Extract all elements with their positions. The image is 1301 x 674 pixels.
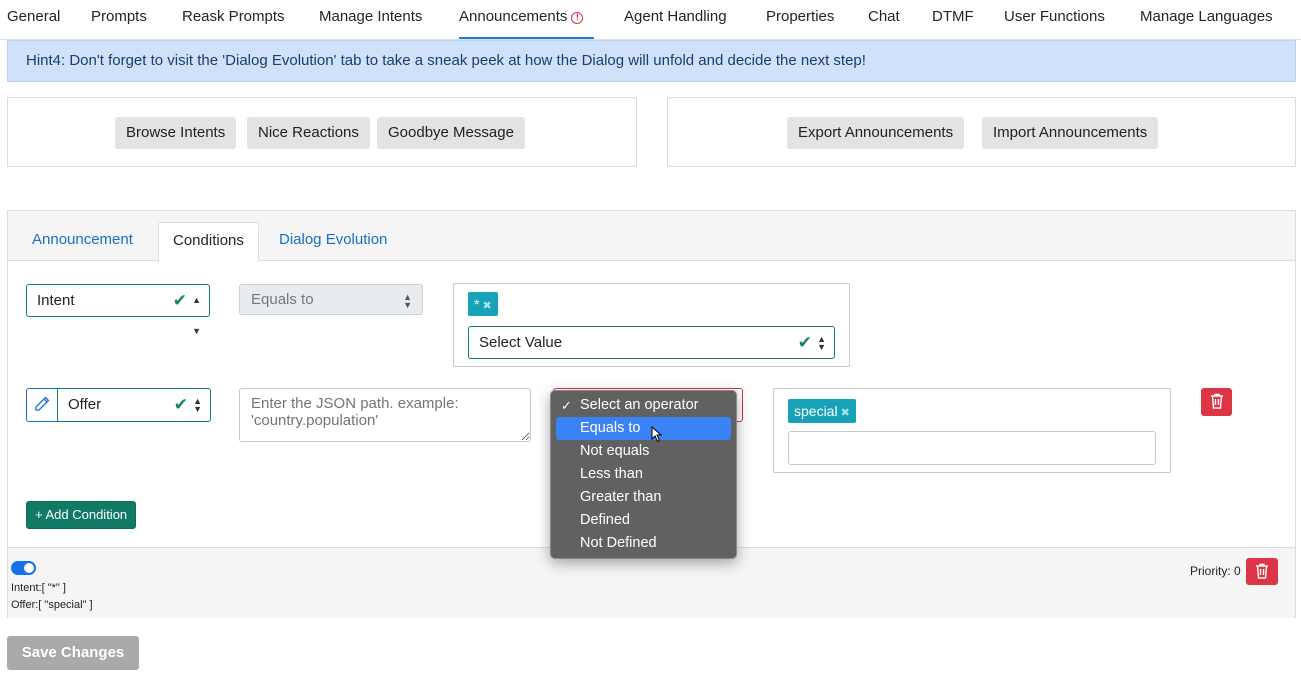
export-announcements-button[interactable]: Export Announcements (787, 117, 965, 149)
condition1-operator-select: Equals to ▲ ▼ (239, 284, 423, 315)
operator-option-not-defined[interactable]: Not Defined (556, 532, 731, 555)
condition1-field-select[interactable]: Intent ✔ ▲ ▼ (26, 284, 210, 336)
operator-option-less-than[interactable]: Less than (556, 463, 731, 486)
save-changes-button[interactable]: Save Changes (7, 636, 139, 670)
intents-actions-panel: Browse Intents Nice Reactions Goodbye Me… (7, 97, 637, 167)
valid-check-icon: ✔ (173, 395, 188, 414)
card-tabs: Announcement Conditions Dialog Evolution (8, 211, 1295, 262)
browse-intents-button[interactable]: Browse Intents (115, 117, 237, 149)
condition1-field-value: Intent (37, 292, 75, 309)
nav-tab-manage-intents[interactable]: Manage Intents (319, 0, 422, 39)
warning-icon: ! (571, 12, 584, 24)
option-label: Defined (580, 512, 630, 528)
condition2-field-select[interactable]: Offer ✔ ▲ ▼ (57, 388, 211, 422)
operator-option-select[interactable]: ✓ Select an operator (556, 394, 731, 417)
json-path-textarea[interactable] (239, 388, 531, 442)
condition2-field-value: Offer (68, 396, 102, 413)
add-condition-button[interactable]: + Add Condition (26, 501, 137, 529)
operator-option-not-equals[interactable]: Not equals (556, 440, 731, 463)
remove-tag-icon[interactable]: ✖ (482, 300, 491, 312)
trash-icon (1256, 563, 1268, 579)
import-export-panel: Export Announcements Import Announcement… (667, 97, 1296, 167)
summary-lines: Intent:[ "*" ] Offer:[ "special" ] (11, 580, 93, 614)
value-tag: special ✖ (788, 399, 856, 423)
delete-condition-button[interactable] (1201, 388, 1232, 416)
enable-toggle[interactable] (11, 561, 36, 575)
option-label: Not Defined (580, 535, 657, 551)
condition1-value-select[interactable]: Select Value ✔ ▲ ▼ (468, 326, 835, 359)
condition1-operator-value: Equals to (251, 291, 314, 308)
option-label: Greater than (580, 489, 662, 505)
nav-tab-user-functions[interactable]: User Functions (1004, 0, 1105, 39)
nav-tab-dtmf[interactable]: DTMF (932, 0, 974, 39)
hint-banner: Hint4: Don't forget to visit the 'Dialog… (7, 40, 1296, 82)
valid-check-icon: ✔ (172, 291, 187, 310)
import-announcements-button[interactable]: Import Announcements (982, 117, 1159, 149)
operator-option-defined[interactable]: Defined (556, 509, 731, 532)
trash-icon (1210, 393, 1223, 409)
operator-option-greater-than[interactable]: Greater than (556, 486, 731, 509)
condition2-value-box: special ✖ (773, 388, 1171, 473)
condition1-value-select-label: Select Value (479, 334, 563, 351)
remove-tag-icon[interactable]: ✖ (841, 407, 850, 419)
condition2-value-input[interactable] (788, 431, 1156, 465)
tab-conditions[interactable]: Conditions (158, 222, 259, 262)
option-label: Select an operator (580, 397, 699, 413)
condition1-value-box: * ✖ Select Value ✔ ▲ ▼ (453, 283, 850, 367)
chevron-updown-icon: ▲ ▼ (192, 295, 201, 336)
edit-pencil-button[interactable] (26, 388, 58, 422)
nav-tab-reask-prompts[interactable]: Reask Prompts (182, 0, 285, 39)
chevron-updown-icon: ▲ ▼ (403, 292, 412, 310)
operator-dropdown-menu: ✓ Select an operator Equals to Not equals… (550, 390, 737, 559)
nice-reactions-button[interactable]: Nice Reactions (247, 117, 370, 149)
priority-label: Priority: 0 (1190, 564, 1241, 578)
nav-tab-announcements[interactable]: Announcements! (459, 0, 594, 39)
checkmark-icon: ✓ (561, 398, 572, 413)
option-label: Not equals (580, 443, 650, 459)
nav-tab-manage-languages[interactable]: Manage Languages (1140, 0, 1273, 39)
delete-rule-button[interactable] (1246, 558, 1278, 585)
operator-option-equals[interactable]: Equals to (556, 417, 731, 443)
option-label: Less than (580, 466, 643, 482)
value-tag-label: special (794, 403, 838, 419)
nav-tab-chat[interactable]: Chat (868, 0, 900, 39)
option-label: Equals to (580, 420, 641, 436)
value-tag: * ✖ (468, 292, 498, 316)
summary-line-offer: Offer:[ "special" ] (11, 599, 93, 611)
nav-tab-prompts[interactable]: Prompts (91, 0, 147, 39)
tab-dialog-evolution[interactable]: Dialog Evolution (265, 222, 401, 262)
hint-text: Hint4: Don't forget to visit the 'Dialog… (26, 52, 866, 69)
summary-line-intent: Intent:[ "*" ] (11, 582, 66, 594)
tab-announcement[interactable]: Announcement (18, 222, 147, 262)
chevron-updown-icon: ▲ ▼ (193, 396, 202, 414)
nav-tab-announcements-label: Announcements (459, 8, 568, 25)
value-tag-label: * (474, 296, 480, 312)
nav-tab-general[interactable]: General (7, 0, 60, 39)
chevron-updown-icon: ▲ ▼ (817, 334, 826, 352)
valid-check-icon: ✔ (797, 333, 812, 352)
goodbye-message-button[interactable]: Goodbye Message (377, 117, 525, 149)
pencil-icon (35, 396, 50, 411)
nav-tab-agent-handling[interactable]: Agent Handling (624, 0, 727, 39)
nav-tab-properties[interactable]: Properties (766, 0, 834, 39)
toggle-knob (24, 563, 34, 573)
top-navigation: General Prompts Reask Prompts Manage Int… (0, 0, 1301, 40)
